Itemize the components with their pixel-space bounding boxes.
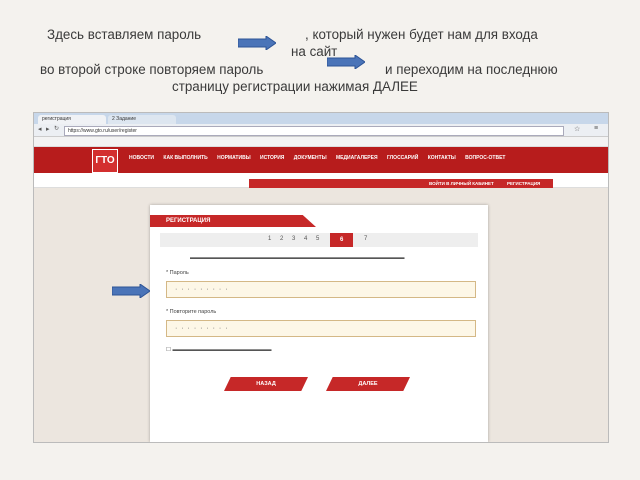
step-indicator: 1 2 3 4 5 6 7 <box>160 233 478 247</box>
instruction-text-3b: и переходим на последнюю <box>385 62 558 77</box>
next-button[interactable]: ДАЛЕЕ <box>326 377 410 391</box>
instruction-text-3a: во второй строке повторяем пароль <box>40 62 264 77</box>
address-bar: ◂ ▸ ↻ https://www.gto.ru/user/register ☆… <box>34 124 608 137</box>
nav-item[interactable]: НОВОСТИ <box>129 155 154 161</box>
nav-item[interactable]: НОРМАТИВЫ <box>217 155 250 161</box>
nav-item[interactable]: МЕДИАГАЛЕРЕЯ <box>336 155 378 161</box>
site-navbar: ГТО НОВОСТИ КАК ВЫПОЛНИТЬ НОРМАТИВЫ ИСТО… <box>34 147 608 173</box>
login-link[interactable]: ВОЙТИ В ЛИЧНЫЙ КАБИНЕТ <box>429 179 494 188</box>
step-item[interactable]: 2 <box>280 236 283 242</box>
step-item[interactable]: 7 <box>364 236 367 242</box>
nav-menu: НОВОСТИ КАК ВЫПОЛНИТЬ НОРМАТИВЫ ИСТОРИЯ … <box>129 155 513 161</box>
arrow-icon <box>327 55 365 69</box>
step-item[interactable]: 3 <box>292 236 295 242</box>
instruction-text-1a: Здесь вставляем пароль <box>47 27 202 42</box>
nav-item[interactable]: КОНТАКТЫ <box>428 155 456 161</box>
instruction-text-1b: , который нужен будет нам для входа <box>305 27 538 42</box>
menu-icon[interactable]: ≡ <box>594 125 598 132</box>
browser-tab-bar: регистрация 2 Задание <box>34 113 608 124</box>
browser-tab[interactable]: 2 Задание <box>108 115 176 124</box>
login-bar: ВОЙТИ В ЛИЧНЫЙ КАБИНЕТ РЕГИСТРАЦИЯ <box>249 179 553 188</box>
url-input[interactable]: https://www.gto.ru/user/register <box>64 126 564 136</box>
arrow-icon <box>112 284 150 298</box>
reload-icon[interactable]: ↻ <box>54 125 59 132</box>
browser-tab[interactable]: регистрация <box>38 115 106 124</box>
nav-item[interactable]: ВОПРОС-ОТВЕТ <box>465 155 505 161</box>
bookmarks-bar <box>34 137 608 147</box>
nav-item[interactable]: ГЛОССАРИЙ <box>387 155 418 161</box>
instruction-text-4: страницу регистрации нажимая ДАЛЕЕ <box>172 79 418 94</box>
step-item[interactable]: 1 <box>268 236 271 242</box>
star-icon[interactable]: ☆ <box>574 125 580 133</box>
back-icon[interactable]: ◂ <box>38 125 42 133</box>
nav-item[interactable]: ДОКУМЕНТЫ <box>294 155 327 161</box>
registration-form: РЕГИСТРАЦИЯ 1 2 3 4 5 6 7 ▬▬▬▬▬▬▬▬▬▬▬▬▬▬… <box>150 205 488 442</box>
password-input[interactable]: · · · · · · · · · <box>166 281 476 298</box>
repeat-password-input[interactable]: · · · · · · · · · <box>166 320 476 337</box>
step-item[interactable]: 4 <box>304 236 307 242</box>
browser-screenshot: регистрация 2 Задание ◂ ▸ ↻ https://www.… <box>33 112 609 443</box>
step-item-active[interactable]: 6 <box>330 233 354 247</box>
forward-icon[interactable]: ▸ <box>46 125 50 133</box>
form-title: РЕГИСТРАЦИЯ <box>150 215 316 227</box>
nav-item[interactable]: ИСТОРИЯ <box>260 155 284 161</box>
step-item[interactable]: 5 <box>316 236 319 242</box>
repeat-password-label: * Повторите пароль <box>166 309 217 315</box>
back-button[interactable]: НАЗАД <box>224 377 308 391</box>
register-link[interactable]: РЕГИСТРАЦИЯ <box>507 179 540 188</box>
form-notice: ▬▬▬▬▬▬▬▬▬▬▬▬▬▬▬▬▬▬▬▬▬▬▬▬▬▬▬▬▬▬▬▬▬▬▬▬▬▬▬ <box>190 255 405 261</box>
password-label: * Пароль <box>166 270 189 276</box>
confirm-checkbox[interactable]: ☐ ▬▬▬▬▬▬▬▬▬▬▬▬▬▬▬▬▬▬ <box>166 347 271 353</box>
gto-logo[interactable]: ГТО <box>92 149 118 173</box>
arrow-icon <box>238 36 276 50</box>
nav-item[interactable]: КАК ВЫПОЛНИТЬ <box>163 155 207 161</box>
